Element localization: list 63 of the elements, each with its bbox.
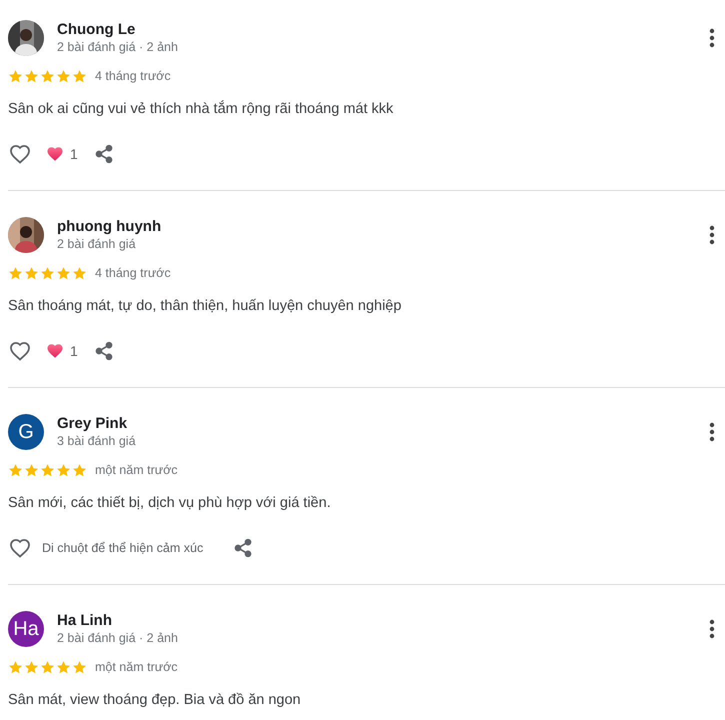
star-icon — [40, 68, 55, 84]
star-icon — [56, 266, 71, 280]
share-icon — [94, 341, 114, 361]
star-icon — [24, 68, 39, 84]
share-button[interactable] — [94, 341, 114, 361]
star-icon — [24, 462, 39, 478]
share-icon — [94, 144, 114, 164]
star-icon — [8, 68, 23, 84]
reviewer-name[interactable]: Ha Linh — [57, 612, 707, 630]
reviewer-stats: 2 bài đánh giá — [57, 236, 137, 252]
star-icon — [56, 660, 71, 674]
star-icon — [56, 462, 71, 478]
star-icon — [8, 660, 23, 674]
star-icon — [56, 68, 71, 84]
more-icon — [709, 422, 715, 442]
review-time: một năm trước — [95, 463, 178, 477]
review-time: một năm trước — [95, 660, 178, 674]
more-icon — [709, 28, 715, 48]
reaction-hint: Di chuột để thể hiện cảm xúc — [42, 541, 204, 555]
reviewer-name[interactable]: Chuong Le — [57, 21, 707, 39]
star-icon — [24, 266, 39, 280]
reviewer-name[interactable]: Grey Pink — [57, 415, 707, 433]
review-text: Sân ok ai cũng vui vẻ thích nhà tắm rộng rãi thoáng mát kkk — [8, 100, 394, 118]
reviewer-stats: 2 bài đánh giá · 2 ảnh — [57, 39, 179, 55]
reactions-button[interactable]: 1 — [46, 145, 78, 163]
more-button[interactable] — [707, 618, 717, 640]
like-button[interactable] — [8, 142, 32, 166]
heart-icon — [46, 145, 64, 163]
more-button[interactable] — [707, 421, 717, 443]
like-button[interactable] — [8, 339, 32, 363]
review-text: Sân mới, các thiết bị, dịch vụ phù hợp với giá tiền. — [8, 494, 332, 512]
share-button[interactable] — [94, 144, 114, 164]
more-button[interactable] — [707, 27, 717, 49]
review-time: 4 tháng trước — [95, 266, 171, 280]
heart-icon — [46, 342, 64, 360]
heart-icon — [8, 536, 32, 560]
reviewer-stats: 2 bài đánh giá · 2 ảnh — [57, 630, 179, 646]
reviewer-name[interactable]: phuong huynh — [57, 218, 707, 236]
review-time: 4 tháng trước — [95, 69, 171, 83]
heart-icon — [8, 339, 32, 363]
star-icon — [72, 68, 87, 84]
avatar: G — [8, 414, 44, 450]
heart-icon — [8, 142, 32, 166]
reactions-button[interactable]: 1 — [46, 342, 78, 360]
more-icon — [709, 619, 715, 639]
like-button[interactable] — [8, 536, 32, 560]
star-icon — [8, 266, 23, 280]
share-icon — [233, 538, 254, 558]
avatar: Ha — [8, 611, 44, 647]
star-icon — [40, 266, 55, 280]
star-icon — [24, 660, 39, 674]
review-text: Sân mát, view thoáng đẹp. Bia và đồ ăn ngon — [8, 691, 302, 709]
share-button[interactable] — [233, 538, 254, 558]
more-icon — [709, 225, 715, 245]
review-text: Sân thoáng mát, tự do, thân thiện, huấn luyện chuyên nghiệp — [8, 297, 402, 315]
reviewer-stats: 3 bài đánh giá — [57, 433, 137, 449]
star-icon — [40, 660, 55, 674]
star-icon — [72, 660, 87, 674]
star-icon — [72, 266, 87, 280]
star-icon — [8, 462, 23, 478]
star-icon — [72, 462, 87, 478]
star-icon — [40, 462, 55, 478]
more-button[interactable] — [707, 224, 717, 246]
